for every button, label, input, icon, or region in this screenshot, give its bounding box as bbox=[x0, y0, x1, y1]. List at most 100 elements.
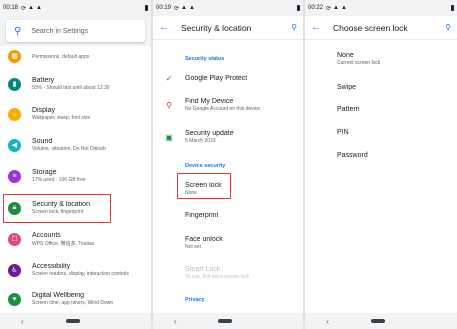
section-header-status: Security status bbox=[185, 56, 225, 62]
sync-icon: ⟳ bbox=[326, 5, 332, 12]
warning-icon: ▲ bbox=[333, 5, 339, 11]
home-nav-button[interactable] bbox=[218, 319, 233, 323]
item-face-unlock[interactable]: Face unlock Not set bbox=[153, 232, 303, 254]
section-header-privacy: Privacy bbox=[185, 297, 205, 303]
option-title: PIN bbox=[337, 129, 349, 136]
accessibility-icon: ♿︎ bbox=[8, 263, 21, 277]
option-sub: Current screen lock bbox=[337, 60, 381, 66]
option-title: Pattern bbox=[337, 106, 360, 113]
highlight-box bbox=[177, 173, 231, 199]
status-bar: 00:18 ⟳ ▲ ▲ bbox=[0, 0, 151, 16]
item-google-play-protect[interactable]: ✓ Google Play Protect bbox=[153, 70, 303, 86]
search-icon: ⚲ bbox=[14, 25, 22, 37]
settings-item-title: Digital Wellbeing bbox=[32, 292, 85, 299]
item-security-update[interactable]: ▣ Security update 5 March 2019 bbox=[153, 126, 303, 148]
shield-check-icon: ✓ bbox=[165, 73, 173, 83]
settings-item-digital-wellbeing[interactable]: ♥ Digital Wellbeing Screen time, app time… bbox=[0, 285, 151, 313]
screens: 00:18 ⟳ ▲ ▲ ⚲ Search in Settings ▦ Permi… bbox=[0, 0, 457, 329]
highlight-box bbox=[3, 194, 111, 223]
status-bar: 00:19 ⟳ ▲ ▲ bbox=[153, 0, 303, 16]
phone-update-icon: ▣ bbox=[165, 132, 173, 142]
settings-item-title: Battery bbox=[32, 77, 55, 84]
option-title: Password bbox=[337, 152, 368, 159]
item-sub: Not set bbox=[185, 244, 201, 250]
warning-icon: ▲ bbox=[36, 5, 42, 11]
settings-item-title: Sound bbox=[32, 138, 53, 145]
storage-icon: ≡ bbox=[8, 169, 21, 183]
lock-option-none[interactable]: None Current screen lock bbox=[337, 52, 380, 66]
item-title: Fingerprint bbox=[185, 211, 219, 219]
settings-item-sub: 93% · Should last until about 12:30 bbox=[32, 85, 110, 91]
settings-item-apps[interactable]: ▦ Permissions, default apps bbox=[0, 42, 151, 70]
option-title: Swipe bbox=[337, 84, 357, 91]
settings-item-sub: Permissions, default apps bbox=[32, 53, 90, 60]
status-bar: 00:22 ⟳ ▲ ▲ bbox=[305, 0, 457, 16]
security-location-screen: 00:19 ⟳ ▲ ▲ ← Security & location ⚲ Secu… bbox=[153, 0, 303, 329]
home-nav-button[interactable] bbox=[371, 319, 386, 323]
settings-item-display[interactable]: ☼ Display Wallpaper, sleep, font size bbox=[0, 100, 151, 128]
item-title: Face unlock bbox=[185, 236, 223, 243]
home-nav-button[interactable] bbox=[65, 319, 80, 323]
status-time: 00:18 bbox=[3, 5, 19, 11]
settings-item-sub: Wallpaper, sleep, font size bbox=[32, 115, 91, 121]
item-find-my-device[interactable]: ⚲ Find My Device No Google Account on thi… bbox=[153, 94, 303, 116]
settings-item-sub: Screen time, app timers, Wind Down bbox=[32, 300, 114, 306]
item-title: Security update bbox=[185, 130, 234, 137]
account-icon: ☐ bbox=[8, 232, 21, 246]
search-icon[interactable]: ⚲ bbox=[291, 23, 297, 32]
warning-icon: ▲ bbox=[189, 5, 195, 11]
search-placeholder: Search in Settings bbox=[31, 27, 89, 35]
app-bar: ← Security & location ⚲ bbox=[153, 16, 303, 40]
nav-bar: ‹ bbox=[0, 313, 151, 329]
battery-status-icon bbox=[451, 5, 454, 11]
lock-option-password[interactable]: Password bbox=[337, 152, 368, 159]
item-smart-lock: Smart Lock To use, first set a screen loc… bbox=[153, 262, 303, 284]
apps-icon: ▦ bbox=[8, 49, 21, 63]
lock-option-pattern[interactable]: Pattern bbox=[337, 106, 360, 113]
settings-item-title: Accounts bbox=[32, 231, 61, 239]
item-sub: No Google Account on this device bbox=[185, 106, 261, 112]
warning-icon: ▲ bbox=[181, 5, 187, 11]
settings-item-sub: Volume, vibration, Do Not Disturb bbox=[32, 146, 106, 152]
page-title: Choose screen lock bbox=[333, 22, 408, 33]
settings-item-sub: Screen readers, display, interaction con… bbox=[32, 271, 129, 277]
item-sub: To use, first set a screen lock bbox=[185, 274, 250, 280]
settings-item-battery[interactable]: ▮ Battery 93% · Should last until about 1… bbox=[0, 70, 151, 98]
section-header-device: Device security bbox=[185, 163, 226, 169]
lock-option-pin[interactable]: PIN bbox=[337, 129, 349, 136]
back-nav-icon[interactable]: ‹ bbox=[174, 317, 177, 326]
settings-item-title: Storage bbox=[32, 169, 57, 176]
item-title: Smart Lock bbox=[185, 266, 221, 273]
settings-item-sub: 17% used · 106 GB free bbox=[32, 177, 86, 183]
settings-item-accessibility[interactable]: ♿︎ Accessibility Screen readers, display,… bbox=[0, 256, 151, 284]
back-nav-icon[interactable]: ‹ bbox=[21, 317, 24, 326]
battery-status-icon bbox=[145, 5, 148, 11]
warning-icon: ▲ bbox=[28, 5, 34, 11]
settings-item-accounts[interactable]: ☐ Accounts WPS Office, 微信多, Toutiao bbox=[0, 225, 151, 253]
search-icon[interactable]: ⚲ bbox=[445, 23, 451, 32]
sync-icon: ⟳ bbox=[21, 5, 27, 12]
battery-status-icon bbox=[297, 5, 300, 11]
location-pin-icon: ⚲ bbox=[166, 100, 172, 110]
status-time: 00:19 bbox=[156, 5, 172, 11]
warning-icon: ▲ bbox=[341, 5, 347, 11]
settings-item-sub: WPS Office, 微信多, Toutiao bbox=[32, 240, 95, 247]
status-time: 00:22 bbox=[308, 5, 324, 11]
choose-screen-lock-screen: 00:22 ⟳ ▲ ▲ ← Choose screen lock ⚲ None … bbox=[305, 0, 457, 329]
settings-screen: 00:18 ⟳ ▲ ▲ ⚲ Search in Settings ▦ Permi… bbox=[0, 0, 151, 329]
battery-icon: ▮ bbox=[8, 77, 21, 91]
back-arrow-icon[interactable]: ← bbox=[159, 22, 181, 33]
sync-icon: ⟳ bbox=[174, 5, 180, 12]
lock-option-swipe[interactable]: Swipe bbox=[337, 84, 356, 91]
volume-icon: ◀ bbox=[8, 138, 21, 152]
app-bar: ← Choose screen lock ⚲ bbox=[305, 16, 457, 40]
settings-item-title: Display bbox=[32, 107, 55, 114]
settings-search-bar[interactable]: ⚲ Search in Settings bbox=[6, 20, 145, 42]
item-fingerprint[interactable]: Fingerprint bbox=[153, 207, 303, 223]
back-nav-icon[interactable]: ‹ bbox=[326, 317, 329, 326]
back-arrow-icon[interactable]: ← bbox=[311, 22, 333, 33]
settings-item-sound[interactable]: ◀ Sound Volume, vibration, Do Not Disturb bbox=[0, 131, 151, 159]
wellbeing-icon: ♥ bbox=[8, 292, 21, 306]
brightness-icon: ☼ bbox=[8, 107, 21, 121]
settings-item-storage[interactable]: ≡ Storage 17% used · 106 GB free bbox=[0, 162, 151, 190]
